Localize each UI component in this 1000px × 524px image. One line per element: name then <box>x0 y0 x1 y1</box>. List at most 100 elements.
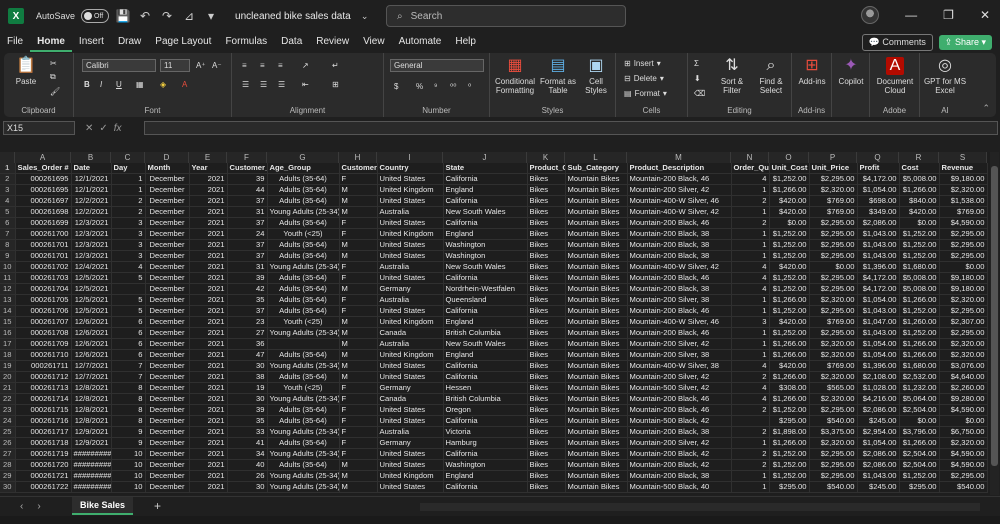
cell[interactable]: Young Adults (25-34) <box>267 261 340 274</box>
cell[interactable]: $1,266.00 <box>899 437 940 450</box>
column-header-s[interactable]: S <box>939 152 987 163</box>
column-header-b[interactable]: B <box>71 152 111 163</box>
cell[interactable]: $0.00 <box>899 217 940 230</box>
cell[interactable]: $1,054.00 <box>857 294 900 307</box>
cell[interactable]: Mountain Bikes <box>565 481 628 494</box>
table-row[interactable]: 26 000261718 12/9/2021 9 December 2021 41 Adult… <box>0 437 988 450</box>
cell[interactable]: Adults (35-64) <box>267 283 340 296</box>
cell[interactable]: Adults (35-64) <box>267 415 340 428</box>
cell[interactable]: $9,180.00 <box>939 283 988 296</box>
cell[interactable]: 12/3/2021 <box>71 228 112 241</box>
cell[interactable]: December <box>145 327 190 340</box>
cell[interactable]: Youth (<25) <box>267 228 340 241</box>
cell[interactable]: 12/3/2021 <box>71 239 112 252</box>
cell[interactable]: M <box>339 206 378 219</box>
cell[interactable]: $2,320.00 <box>809 371 858 384</box>
cell[interactable]: Mountain Bikes <box>565 294 628 307</box>
cell[interactable]: 000261698 <box>15 206 72 219</box>
indent-icon[interactable]: ⇤ <box>302 78 309 90</box>
cell[interactable]: $1,028.00 <box>857 382 900 395</box>
prev-sheet-icon[interactable]: ‹ <box>20 501 23 512</box>
cell[interactable]: 37 <box>227 195 268 208</box>
cell[interactable]: 000261712 <box>15 371 72 384</box>
cell[interactable]: M <box>339 327 378 340</box>
cell[interactable]: M <box>339 338 378 351</box>
cell[interactable]: 000261695 <box>15 184 72 197</box>
cell[interactable]: 000261700 <box>15 228 72 241</box>
cell[interactable]: 33 <box>227 426 268 439</box>
align-right-icon[interactable]: ☰ <box>278 78 285 90</box>
tab-review[interactable]: Review <box>309 32 356 52</box>
cell[interactable]: 2021 <box>189 393 228 406</box>
cell[interactable]: 000261715 <box>15 404 72 417</box>
cell[interactable]: California <box>443 217 528 230</box>
cell[interactable]: United States <box>377 415 444 428</box>
spreadsheet-grid[interactable]: ABCDEFGHIJKLMNOPQRS 1 Sales_Order # Date Da… <box>0 152 998 495</box>
column-header-r[interactable]: R <box>899 152 939 163</box>
cell[interactable]: Mountain Bikes <box>565 173 628 186</box>
cell[interactable]: Adults (35-64) <box>267 272 340 285</box>
cell[interactable]: 2021 <box>189 250 228 263</box>
table-row[interactable]: 17 000261709 12/6/2021 6 December 2021 36 M Aust… <box>0 338 988 351</box>
cell[interactable]: $2,295.00 <box>939 470 988 483</box>
cell[interactable]: Adults (35-64) <box>267 217 340 230</box>
cell[interactable]: 38 <box>227 371 268 384</box>
cell[interactable]: 2 <box>111 206 146 219</box>
cell[interactable]: 1 <box>731 338 770 351</box>
row-number[interactable]: 21 <box>0 382 16 395</box>
cell[interactable]: $2,320.00 <box>939 437 988 450</box>
tab-draw[interactable]: Draw <box>111 32 148 52</box>
table-row[interactable]: 10 000261702 12/4/2021 4 December 2021 31 Young… <box>0 261 988 274</box>
cell[interactable]: 2021 <box>189 470 228 483</box>
cell[interactable]: $2,320.00 <box>809 294 858 307</box>
cell[interactable]: 000261711 <box>15 360 72 373</box>
table-row[interactable]: 27 000261719 ######### 10 December 2021 34 Youn… <box>0 448 988 461</box>
name-box[interactable]: X15 <box>3 121 75 135</box>
cell[interactable]: 2021 <box>189 283 228 296</box>
cell[interactable]: Unit_Price <box>809 163 858 175</box>
cell[interactable]: $1,252.00 <box>769 459 810 472</box>
cell[interactable]: 000261706 <box>15 305 72 318</box>
cell[interactable]: $349.00 <box>857 206 900 219</box>
cell[interactable]: M <box>339 239 378 252</box>
cell[interactable]: $4,590.00 <box>939 459 988 472</box>
column-header-o[interactable]: O <box>769 152 809 163</box>
cell[interactable]: 2021 <box>189 294 228 307</box>
autosave-toggle[interactable]: Off <box>81 9 110 23</box>
cell[interactable]: December <box>145 173 190 186</box>
cell[interactable]: December <box>145 206 190 219</box>
cell[interactable]: $0.00 <box>769 217 810 230</box>
cell[interactable]: Adults (35-64) <box>267 294 340 307</box>
cell[interactable]: 7 <box>111 360 146 373</box>
cell[interactable]: 2 <box>731 459 770 472</box>
cell[interactable]: $2,295.00 <box>809 327 858 340</box>
cell[interactable]: 2021 <box>189 415 228 428</box>
cell[interactable]: $1,266.00 <box>769 338 810 351</box>
cell[interactable]: Mountain Bikes <box>565 426 628 439</box>
cell[interactable]: M <box>339 250 378 263</box>
table-row[interactable]: 5 000261698 12/2/2021 2 December 2021 31 Young … <box>0 206 988 219</box>
cell[interactable]: 8 <box>111 393 146 406</box>
cell[interactable]: Queensland <box>443 294 528 307</box>
cell[interactable]: Mountain-200 Black, 46 <box>627 327 732 340</box>
cell[interactable]: Bikes <box>527 404 566 417</box>
cell[interactable]: Youth (<25) <box>267 316 340 329</box>
cell[interactable]: $2,295.00 <box>939 250 988 263</box>
cell[interactable]: Bikes <box>527 206 566 219</box>
gpt-excel-button[interactable]: ◎ GPT for MS Excel <box>922 57 968 95</box>
cell[interactable]: F <box>339 382 378 395</box>
cell[interactable]: Young Adults (25-34) <box>267 327 340 340</box>
cell[interactable]: Bikes <box>527 338 566 351</box>
cell[interactable]: 2021 <box>189 261 228 274</box>
cell[interactable]: Bikes <box>527 415 566 428</box>
cell[interactable]: M <box>339 349 378 362</box>
cell[interactable]: 000261697 <box>15 195 72 208</box>
cell[interactable]: Young Adults (25-34) <box>267 393 340 406</box>
next-sheet-icon[interactable]: › <box>37 501 40 512</box>
cell-styles-button[interactable]: ▣ Cell Styles <box>580 57 612 95</box>
cell[interactable]: December <box>145 426 190 439</box>
cell[interactable]: 2 <box>731 448 770 461</box>
align-left-icon[interactable]: ☰ <box>242 78 249 90</box>
cell[interactable]: $1,047.00 <box>857 316 900 329</box>
cell[interactable]: Mountain Bikes <box>565 404 628 417</box>
